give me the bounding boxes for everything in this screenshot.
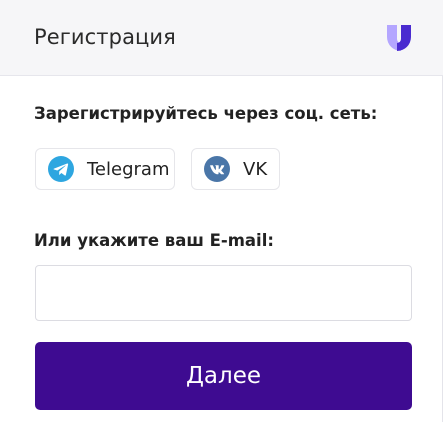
telegram-button[interactable]: Telegram <box>35 148 175 190</box>
social-signup-label: Зарегистрируйтесь через соц. сеть: <box>34 104 378 123</box>
registration-panel: Регистрация Зарегистрируйтесь через соц.… <box>0 0 443 422</box>
email-label: Или укажите ваш E-mail: <box>34 231 274 250</box>
email-input[interactable] <box>35 265 412 321</box>
vk-button[interactable]: VK <box>191 148 280 190</box>
vk-button-label: VK <box>243 158 268 180</box>
vk-icon <box>204 156 230 182</box>
telegram-button-label: Telegram <box>87 158 170 180</box>
brand-logo-icon <box>387 25 411 51</box>
telegram-icon <box>48 156 74 182</box>
panel-header: Регистрация <box>0 0 443 76</box>
next-button[interactable]: Далее <box>35 342 412 410</box>
page-title: Регистрация <box>34 25 176 49</box>
